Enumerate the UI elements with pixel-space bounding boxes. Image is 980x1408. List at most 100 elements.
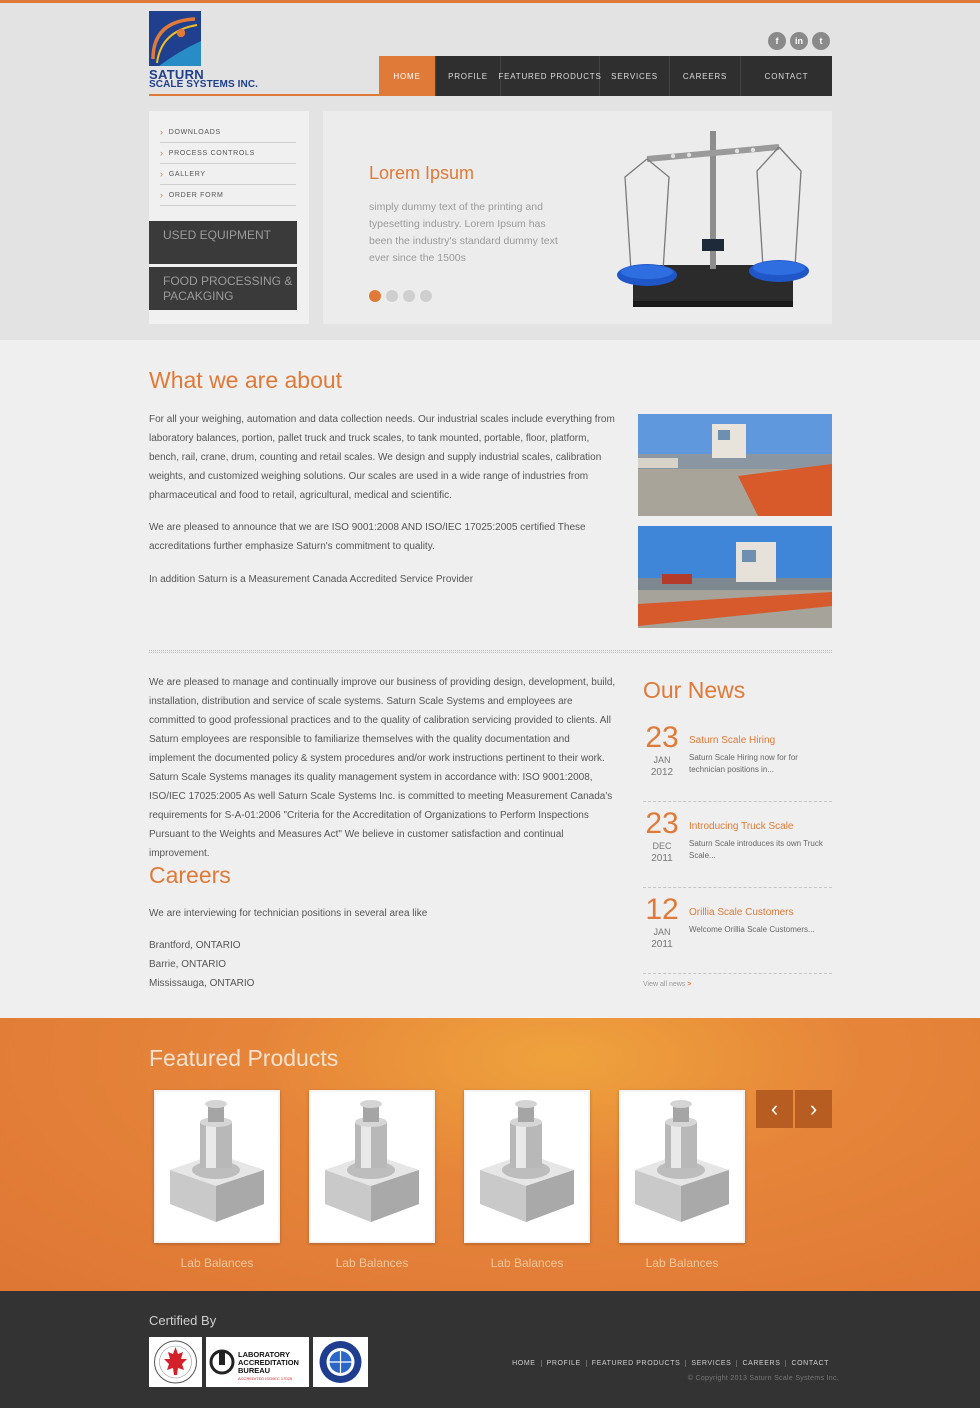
news-item: 23 JAN 2012 Saturn Scale Hiring Saturn S… [643, 718, 832, 802]
news-year: 2012 [650, 767, 674, 778]
news-day: 23 [645, 721, 679, 754]
used-equipment-button[interactable]: USED EQUIPMENT [149, 221, 297, 264]
truck-scale-photo-2 [638, 526, 832, 628]
quality-paragraph: We are pleased to manage and continually… [149, 677, 616, 859]
calibration-weight-image [156, 1092, 278, 1241]
chevron-right-icon: › [160, 127, 164, 137]
careers-location: Mississauga, ONTARIO [149, 978, 255, 989]
chevron-right-icon: › [160, 169, 164, 179]
sidebar-links: › DOWNLOADS › PROCESS CONTROLS › GALLERY › O… [160, 122, 296, 206]
lab-accreditation-bureau-logo: LABORATORY ACCREDITATION BUREAU ACCREDIT… [206, 1337, 309, 1387]
twitter-icon[interactable]: t [812, 32, 830, 50]
logo-name-line2: SCALE SYSTEMS INC. [149, 79, 259, 90]
sidebar-item-label: DOWNLOADS [168, 128, 221, 136]
footer-link-home[interactable]: HOME [507, 1360, 540, 1367]
measurement-canada-logo [149, 1337, 202, 1387]
slider-dot-2[interactable] [386, 290, 398, 302]
chevron-right-icon: › [160, 148, 164, 158]
featured-title: Featured Products [149, 1045, 339, 1071]
product-label[interactable]: Lab Balances [309, 1256, 435, 1270]
footer-link-profile[interactable]: PROFILE [540, 1360, 586, 1367]
linkedin-icon[interactable]: in [790, 32, 808, 50]
sidebar-item-downloads[interactable]: › DOWNLOADS [160, 122, 296, 143]
view-all-news-link[interactable]: View all news > [643, 981, 691, 988]
news-date: 23 DEC 2011 [643, 808, 681, 866]
nav-services[interactable]: SERVICES [600, 56, 670, 96]
careers-location: Brantford, ONTARIO [149, 940, 241, 951]
about-paragraph-3: In addition Saturn is a Measurement Cana… [149, 574, 474, 585]
sidebar: › DOWNLOADS › PROCESS CONTROLS › GALLERY › O… [149, 111, 309, 324]
footer: Certified By LABORATORY ACCREDITATION BU… [0, 1291, 980, 1408]
product-label[interactable]: Lab Balances [464, 1256, 590, 1270]
featured-products-section: Featured Products Lab Balances Lab Balan… [0, 1018, 980, 1291]
chevron-right-icon: > [687, 981, 692, 988]
carousel-next-button[interactable]: › [795, 1090, 832, 1128]
news-summary: Saturn Scale Hiring now for for technici… [689, 753, 798, 774]
news-day: 23 [645, 807, 679, 840]
news-month: JAN [653, 755, 671, 765]
footer-nav: HOME PROFILE FEATURED PRODUCTS SERVICES … [507, 1360, 834, 1367]
sidebar-item-label: ORDER FORM [168, 191, 224, 199]
careers-locations: Brantford, ONTARIO Barrie, ONTARIO Missi… [149, 936, 254, 993]
news-year: 2011 [651, 939, 673, 950]
hero-title: Lorem Ipsum [369, 163, 475, 183]
news-year: 2011 [651, 853, 673, 864]
chevron-right-icon: › [160, 190, 164, 200]
nav-contact[interactable]: CONTACT [741, 56, 832, 96]
about-paragraph-1: For all your weighing, automation and da… [149, 414, 615, 501]
calibration-weight-image [466, 1092, 588, 1241]
news-headline-link[interactable]: Saturn Scale Hiring [689, 735, 775, 746]
sidebar-item-order-form[interactable]: › ORDER FORM [160, 185, 296, 206]
social-links: f in t [768, 32, 830, 52]
slider-dot-4[interactable] [420, 290, 432, 302]
about-title: What we are about [149, 367, 343, 393]
product-card[interactable] [619, 1090, 745, 1243]
food-processing-button[interactable]: FOOD PROCESSING & PACAKGING [149, 267, 297, 310]
footer-link-services[interactable]: SERVICES [685, 1360, 736, 1367]
news-item: 23 DEC 2011 Introducing Truck Scale Satu… [643, 804, 832, 888]
news-headline-link[interactable]: Introducing Truck Scale [689, 821, 794, 832]
slider-dot-3[interactable] [403, 290, 415, 302]
news-headline-link[interactable]: Orillia Scale Customers [689, 907, 793, 918]
logo[interactable]: SATURN SCALE SYSTEMS INC. [149, 11, 279, 91]
news-month: JAN [653, 927, 671, 937]
logo-underline [149, 94, 379, 96]
careers-title: Careers [149, 862, 231, 888]
footer-link-careers[interactable]: CAREERS [736, 1360, 785, 1367]
carousel-prev-button[interactable]: ‹ [756, 1090, 793, 1128]
nav-featured-products[interactable]: FEATURED PRODUCTS [498, 56, 601, 96]
sidebar-item-gallery[interactable]: › GALLERY [160, 164, 296, 185]
nav-profile[interactable]: PROFILE [436, 56, 501, 96]
footer-link-contact[interactable]: CONTACT [785, 1360, 834, 1367]
slider-dots [369, 290, 432, 302]
news-date: 12 JAN 2011 [643, 894, 681, 952]
truck-scale-photo-1 [638, 414, 832, 516]
balance-scale-image [617, 131, 809, 307]
news-item: 12 JAN 2011 Orillia Scale Customers Welc… [643, 890, 832, 974]
news-title: Our News [643, 677, 746, 703]
nav-careers[interactable]: CAREERS [670, 56, 741, 96]
saturn-logo-icon [149, 11, 201, 66]
slider-dot-1[interactable] [369, 290, 381, 302]
sidebar-item-label: PROCESS CONTROLS [168, 149, 255, 157]
nav-home[interactable]: HOME [379, 56, 436, 96]
sidebar-item-process-controls[interactable]: › PROCESS CONTROLS [160, 143, 296, 164]
view-all-label: View all news [643, 981, 686, 988]
section-divider [149, 650, 832, 653]
product-card[interactable] [464, 1090, 590, 1243]
product-label[interactable]: Lab Balances [619, 1256, 745, 1270]
hero-slider: Lorem Ipsum simply dummy text of the pri… [323, 111, 832, 324]
product-card[interactable] [154, 1090, 280, 1243]
main-nav: HOME PROFILE FEATURED PRODUCTS SERVICES … [379, 56, 832, 96]
copyright: © Copyright 2013 Saturn Scale Systems In… [687, 1375, 839, 1382]
facebook-icon[interactable]: f [768, 32, 786, 50]
hero-text: simply dummy text of the printing and ty… [369, 201, 558, 264]
product-label[interactable]: Lab Balances [154, 1256, 280, 1270]
careers-location: Barrie, ONTARIO [149, 959, 227, 970]
header-zone: SATURN SCALE SYSTEMS INC. f in t HOME PR… [0, 3, 980, 340]
about-paragraph-2: We are pleased to announce that we are I… [149, 522, 586, 552]
product-card[interactable] [309, 1090, 435, 1243]
careers-intro: We are interviewing for technician posit… [149, 908, 428, 919]
footer-link-featured-products[interactable]: FEATURED PRODUCTS [585, 1360, 686, 1367]
certified-by-title: Certified By [149, 1313, 217, 1328]
